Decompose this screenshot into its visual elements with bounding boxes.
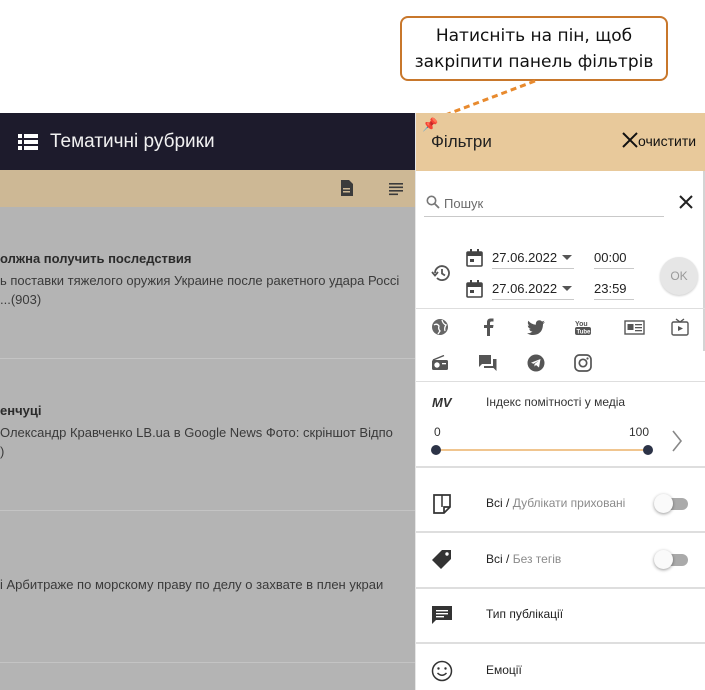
article-title: олжна получить последствия xyxy=(0,251,192,266)
time-to-field[interactable]: 23:59 xyxy=(594,281,634,300)
toggle-knob xyxy=(654,550,673,569)
tags-toggle[interactable] xyxy=(654,550,688,569)
slider-min-handle[interactable] xyxy=(431,445,441,455)
chevron-right-icon[interactable] xyxy=(671,430,683,452)
article-snippet-line: Олександр Кравченко LB.ua в Google News … xyxy=(0,425,393,440)
svg-text:You: You xyxy=(575,321,588,328)
duplicates-all-text: Всі xyxy=(486,496,503,510)
divider xyxy=(416,466,705,468)
media-index-label: Індекс помітності у медіа xyxy=(486,395,626,409)
duplicates-toggle[interactable] xyxy=(654,494,688,513)
clear-filters-button[interactable]: очистити xyxy=(638,133,696,149)
mv-label: MV xyxy=(432,395,452,410)
clear-search-icon[interactable] xyxy=(679,195,693,209)
callout-line-2: закріпити панель фільтрів xyxy=(414,51,654,72)
callout-line-1: Натисніть на пін, щоб xyxy=(435,25,633,46)
separator-text: / xyxy=(502,552,513,566)
article-snippet: ь поставки тяжелого оружия Украине после… xyxy=(0,271,399,309)
search-input[interactable] xyxy=(444,193,659,213)
publication-icon xyxy=(432,606,452,624)
range-max-label: 100 xyxy=(629,425,650,439)
document-view-icon[interactable] xyxy=(340,180,354,196)
history-icon[interactable] xyxy=(431,263,451,283)
list-view-icon[interactable] xyxy=(389,180,403,196)
pin-hint-callout: Натисніть на пін, щоб закріпити панель ф… xyxy=(400,16,668,81)
calendar-icon xyxy=(466,249,483,267)
duplicates-filter[interactable]: Всі / Дублікати приховані xyxy=(416,476,705,531)
emotions-label: Емоції xyxy=(486,663,522,677)
tv-icon[interactable] xyxy=(670,317,690,337)
list-menu-icon[interactable] xyxy=(18,133,38,151)
pin-icon[interactable]: 📌 xyxy=(422,117,438,133)
article-snippet-line: і Арбитраже по морскому праву по делу о … xyxy=(0,577,384,592)
duplicates-hidden-text: Дублікати приховані xyxy=(512,496,626,510)
news-icon[interactable] xyxy=(623,317,645,337)
tags-all-text: Всі xyxy=(486,552,503,566)
top-header: Тематичні рубрики xyxy=(0,113,415,170)
article-snippet-count: ) xyxy=(0,444,5,459)
article-title: енчуці xyxy=(0,403,42,418)
chevron-down-icon xyxy=(562,255,572,260)
publication-type-filter[interactable]: Тип публікації xyxy=(416,587,705,642)
media-index-slider[interactable] xyxy=(436,449,648,451)
publication-type-label: Тип публікації xyxy=(486,607,564,621)
divider xyxy=(416,308,705,309)
article-snippet: і Арбитраже по морскому праву по делу о … xyxy=(0,575,383,594)
ok-button[interactable]: OK xyxy=(660,257,698,295)
article-snippet-count: ...(903) xyxy=(0,292,42,307)
twitter-icon[interactable] xyxy=(526,317,546,337)
chevron-down-icon xyxy=(562,286,572,291)
duplicates-label: Всі / Дублікати приховані xyxy=(486,496,625,510)
page-title: Тематичні рубрики xyxy=(50,130,215,152)
slider-max-handle[interactable] xyxy=(643,445,653,455)
search-icon xyxy=(426,195,440,209)
search-field xyxy=(424,191,664,217)
list-item[interactable]: енчуці Олександр Кравченко LB.ua в Googl… xyxy=(0,359,415,511)
time-from-field[interactable]: 00:00 xyxy=(594,250,634,269)
filters-header: 📌 Фільтри очистити xyxy=(416,113,705,171)
list-item[interactable]: і Арбитраже по морскому праву по делу о … xyxy=(0,511,415,663)
instagram-icon[interactable] xyxy=(573,353,593,373)
no-tags-text: Без тегів xyxy=(512,552,562,566)
toggle-knob xyxy=(654,494,673,513)
divider xyxy=(416,381,705,382)
view-toolbar xyxy=(0,170,415,207)
filters-panel: 📌 Фільтри очистити 2 xyxy=(415,113,705,690)
duplicates-icon xyxy=(433,494,451,514)
calendar-icon xyxy=(466,280,483,298)
filters-title: Фільтри xyxy=(431,132,492,151)
list-item[interactable]: олжна получить последствия ь поставки тя… xyxy=(0,207,415,359)
app-window: Тематичні рубрики олжна получить последс… xyxy=(0,113,705,690)
tag-icon xyxy=(432,550,451,569)
tags-label: Всі / Без тегів xyxy=(486,552,561,566)
close-icon[interactable] xyxy=(621,131,639,149)
emotions-filter[interactable]: Емоції xyxy=(416,643,705,690)
articles-list: олжна получить последствия ь поставки тя… xyxy=(0,207,415,690)
globe-icon[interactable] xyxy=(430,317,450,337)
smile-icon xyxy=(431,660,453,682)
article-snippet-line: ь поставки тяжелого оружия Украине после… xyxy=(0,273,400,288)
telegram-icon[interactable] xyxy=(526,353,546,373)
forum-icon[interactable] xyxy=(478,353,498,373)
facebook-icon[interactable] xyxy=(478,317,498,337)
range-min-label: 0 xyxy=(434,425,441,439)
separator-text: / xyxy=(502,496,513,510)
article-snippet: Олександр Кравченко LB.ua в Google News … xyxy=(0,423,393,461)
tags-filter[interactable]: Всі / Без тегів xyxy=(416,532,705,587)
svg-text:Tube: Tube xyxy=(577,330,592,336)
radio-icon[interactable] xyxy=(430,353,450,373)
youtube-icon[interactable]: You Tube xyxy=(573,317,593,337)
